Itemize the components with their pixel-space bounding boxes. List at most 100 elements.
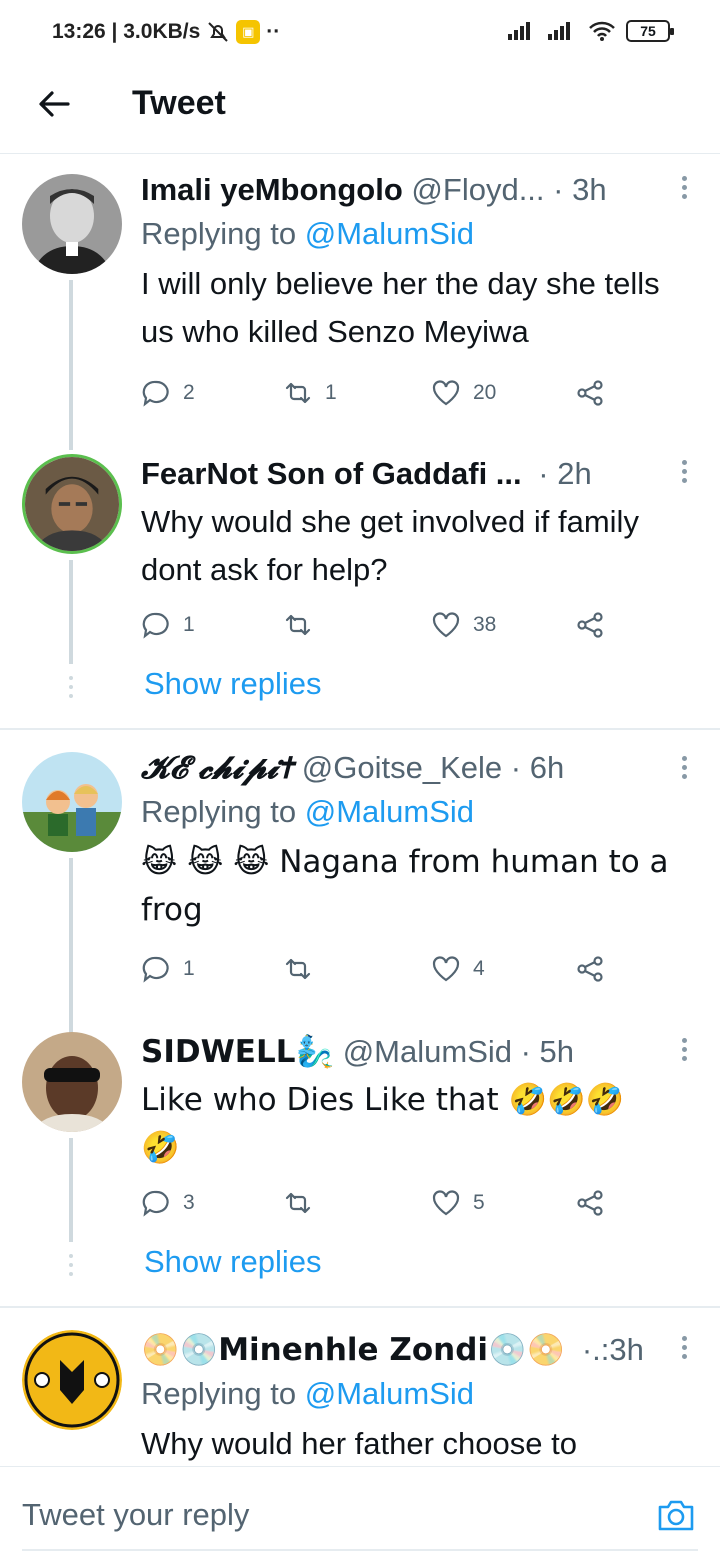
status-time-speed: 13:26 | 3.0KB/s: [52, 20, 201, 43]
author-name[interactable]: 𝓚𝓔 𝓬𝓱𝓲𝓹𝓲✝: [141, 750, 293, 786]
divider: [0, 728, 720, 730]
share-icon: [577, 612, 603, 638]
retweet-icon: [285, 614, 311, 636]
reply-icon: [142, 380, 169, 407]
like-button[interactable]: 20: [431, 378, 496, 408]
tweet-time: · 5h: [520, 1034, 575, 1069]
thread-line: [69, 1138, 73, 1242]
retweet-icon: [285, 1192, 311, 1214]
page-title: Tweet: [132, 84, 226, 122]
avatar[interactable]: [22, 752, 122, 852]
thread-gap-dots: [69, 1254, 73, 1278]
show-replies-link[interactable]: Show replies: [144, 666, 321, 702]
reply-composer: Tweet your reply: [0, 1466, 720, 1560]
author-name[interactable]: FearNot Son of Gaddafi ...: [141, 456, 522, 491]
app-notification-icon: ▣: [236, 20, 261, 44]
replying-handle-link[interactable]: @MalumSid: [305, 216, 474, 251]
replying-prefix: Replying to: [141, 1376, 297, 1411]
reply-count: 1: [183, 613, 195, 636]
author-handle[interactable]: @MalumSid: [343, 1034, 512, 1069]
avatar[interactable]: [22, 454, 122, 554]
avatar[interactable]: [22, 1032, 122, 1132]
heart-icon: [432, 612, 460, 638]
wifi-icon: [589, 21, 615, 41]
share-button[interactable]: [575, 1188, 605, 1218]
like-count: 38: [473, 613, 497, 636]
tweet-text: Why would she get involved if family don…: [141, 504, 639, 587]
tweet-actions: 3 5: [141, 1188, 621, 1224]
reply-icon: [142, 956, 169, 983]
retweet-button[interactable]: [283, 954, 325, 984]
tweet-text: 😹 😹 😹 Nagana from human to a frog: [141, 844, 669, 928]
heart-icon: [432, 956, 460, 982]
author-name[interactable]: 📀💿Minenhle Zondi💿📀: [141, 1332, 565, 1368]
more-options-icon[interactable]: [680, 756, 688, 786]
like-count: 20: [473, 381, 497, 404]
replying-to: Replying to @MalumSid: [141, 1372, 680, 1416]
mute-bell-icon: [208, 22, 229, 42]
tweet-time: · 3h: [553, 172, 607, 207]
top-app-bar: Tweet: [0, 64, 720, 154]
tweet-text: I will only believe her the day she tell…: [141, 266, 660, 349]
heart-icon: [432, 1190, 460, 1216]
author-handle[interactable]: @Floyd...: [411, 172, 544, 207]
reply-input-underline: [22, 1549, 698, 1551]
camera-icon[interactable]: [656, 1497, 696, 1533]
reply-icon: [142, 1190, 169, 1217]
status-right: 75: [508, 20, 674, 42]
retweet-button[interactable]: [283, 1188, 325, 1218]
thread-line: [69, 280, 73, 450]
avatar[interactable]: [22, 1330, 122, 1430]
retweet-count: 1: [325, 381, 337, 404]
tweet-actions: 2 1 20: [141, 378, 621, 414]
like-button[interactable]: 38: [431, 610, 496, 640]
reply-button[interactable]: 1: [141, 610, 195, 640]
show-replies-link[interactable]: Show replies: [144, 1244, 321, 1280]
share-button[interactable]: [575, 610, 605, 640]
tweet-actions: 1 4: [141, 954, 621, 990]
more-options-icon[interactable]: [680, 1038, 688, 1068]
thread-line: [69, 858, 73, 1034]
thread-line: [69, 560, 73, 664]
replying-prefix: Replying to: [141, 794, 297, 829]
author-handle[interactable]: @Goitse_Kele: [302, 750, 502, 785]
replying-handle-link[interactable]: @MalumSid: [305, 1376, 474, 1411]
reply-button[interactable]: 2: [141, 378, 195, 408]
signal-icon-2: [548, 22, 570, 40]
author-name[interactable]: Imali yeMbongolo: [141, 172, 403, 207]
reply-count: 3: [183, 1191, 195, 1214]
heart-icon: [432, 380, 460, 406]
retweet-icon: [285, 382, 311, 404]
more-options-icon[interactable]: [680, 176, 688, 206]
like-button[interactable]: 5: [431, 1188, 485, 1218]
share-icon: [577, 956, 603, 982]
reply-input[interactable]: Tweet your reply: [22, 1497, 249, 1533]
reply-button[interactable]: 3: [141, 1188, 195, 1218]
replying-to: Replying to @MalumSid: [141, 212, 680, 256]
retweet-button[interactable]: 1: [283, 378, 337, 408]
tweet-actions: 1 38: [141, 610, 621, 646]
status-dots: ··: [266, 20, 281, 43]
share-icon: [577, 1190, 603, 1216]
share-icon: [577, 380, 603, 406]
retweet-icon: [285, 958, 311, 980]
tweet-text: Like who Dies Like that 🤣🤣🤣🤣: [141, 1082, 625, 1166]
replying-handle-link[interactable]: @MalumSid: [305, 794, 474, 829]
author-name[interactable]: SIDWELL🧞‍♂️: [141, 1034, 334, 1070]
reply-button[interactable]: 1: [141, 954, 195, 984]
like-button[interactable]: 4: [431, 954, 485, 984]
more-options-icon[interactable]: [680, 1336, 688, 1366]
replying-to: Replying to @MalumSid: [141, 790, 680, 834]
like-count: 4: [473, 957, 485, 980]
battery-icon: 75: [626, 20, 674, 42]
back-arrow-icon[interactable]: [34, 84, 74, 124]
divider: [0, 1306, 720, 1308]
tweet-text: Why would her father choose to: [141, 1426, 577, 1461]
retweet-button[interactable]: [283, 610, 325, 640]
status-left: 13:26 | 3.0KB/s ▣ ··: [52, 20, 280, 44]
share-button[interactable]: [575, 954, 605, 984]
avatar[interactable]: [22, 174, 122, 274]
share-button[interactable]: [575, 378, 605, 408]
thread-gap-dots: [69, 676, 73, 700]
more-options-icon[interactable]: [680, 460, 688, 490]
